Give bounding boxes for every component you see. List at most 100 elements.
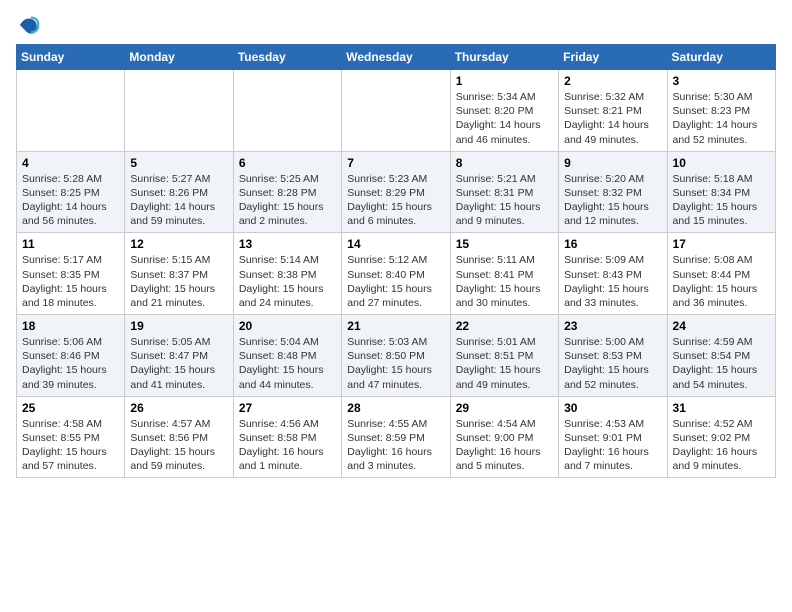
day-number: 16 bbox=[564, 237, 661, 251]
calendar-cell: 19 Sunrise: 5:05 AM Sunset: 8:47 PM Dayli… bbox=[125, 315, 233, 397]
calendar-week-row: 1Sunrise: 5:34 AM Sunset: 8:20 PM Daylig… bbox=[17, 70, 776, 152]
calendar-week-row: 11 Sunrise: 5:17 AM Sunset: 8:35 PM Dayli… bbox=[17, 233, 776, 315]
day-number: 6 bbox=[239, 156, 336, 170]
day-number: 22 bbox=[456, 319, 553, 333]
day-number: 11 bbox=[22, 237, 119, 251]
calendar-cell: 30 Sunrise: 4:53 AM Sunset: 9:01 PM Dayli… bbox=[559, 396, 667, 478]
calendar-cell: 25 Sunrise: 4:58 AM Sunset: 8:55 PM Dayli… bbox=[17, 396, 125, 478]
day-info: Sunrise: 5:18 AM Sunset: 8:34 PM Dayligh… bbox=[673, 172, 770, 229]
calendar-cell: 8Sunrise: 5:21 AM Sunset: 8:31 PM Daylig… bbox=[450, 151, 558, 233]
day-info: Sunrise: 5:12 AM Sunset: 8:40 PM Dayligh… bbox=[347, 253, 444, 310]
day-number: 14 bbox=[347, 237, 444, 251]
calendar-cell bbox=[233, 70, 341, 152]
day-info: Sunrise: 5:20 AM Sunset: 8:32 PM Dayligh… bbox=[564, 172, 661, 229]
day-info: Sunrise: 4:56 AM Sunset: 8:58 PM Dayligh… bbox=[239, 417, 336, 474]
calendar-cell: 26 Sunrise: 4:57 AM Sunset: 8:56 PM Dayli… bbox=[125, 396, 233, 478]
day-number: 4 bbox=[22, 156, 119, 170]
day-number: 26 bbox=[130, 401, 227, 415]
calendar-cell: 28 Sunrise: 4:55 AM Sunset: 8:59 PM Dayli… bbox=[342, 396, 450, 478]
calendar-cell: 10 Sunrise: 5:18 AM Sunset: 8:34 PM Dayli… bbox=[667, 151, 775, 233]
calendar-cell bbox=[17, 70, 125, 152]
calendar-cell: 15 Sunrise: 5:11 AM Sunset: 8:41 PM Dayli… bbox=[450, 233, 558, 315]
day-info: Sunrise: 5:28 AM Sunset: 8:25 PM Dayligh… bbox=[22, 172, 119, 229]
day-info: Sunrise: 5:17 AM Sunset: 8:35 PM Dayligh… bbox=[22, 253, 119, 310]
day-number: 21 bbox=[347, 319, 444, 333]
day-info: Sunrise: 5:04 AM Sunset: 8:48 PM Dayligh… bbox=[239, 335, 336, 392]
calendar-cell: 9Sunrise: 5:20 AM Sunset: 8:32 PM Daylig… bbox=[559, 151, 667, 233]
calendar-cell: 3 Sunrise: 5:30 AM Sunset: 8:23 PM Daylig… bbox=[667, 70, 775, 152]
day-info: Sunrise: 5:11 AM Sunset: 8:41 PM Dayligh… bbox=[456, 253, 553, 310]
calendar-cell: 16 Sunrise: 5:09 AM Sunset: 8:43 PM Dayli… bbox=[559, 233, 667, 315]
day-info: Sunrise: 5:08 AM Sunset: 8:44 PM Dayligh… bbox=[673, 253, 770, 310]
calendar-cell: 13 Sunrise: 5:14 AM Sunset: 8:38 PM Dayli… bbox=[233, 233, 341, 315]
day-info: Sunrise: 4:52 AM Sunset: 9:02 PM Dayligh… bbox=[673, 417, 770, 474]
day-info: Sunrise: 5:09 AM Sunset: 8:43 PM Dayligh… bbox=[564, 253, 661, 310]
day-number: 10 bbox=[673, 156, 770, 170]
calendar-cell: 31 Sunrise: 4:52 AM Sunset: 9:02 PM Dayli… bbox=[667, 396, 775, 478]
day-number: 12 bbox=[130, 237, 227, 251]
day-info: Sunrise: 4:58 AM Sunset: 8:55 PM Dayligh… bbox=[22, 417, 119, 474]
day-info: Sunrise: 5:03 AM Sunset: 8:50 PM Dayligh… bbox=[347, 335, 444, 392]
day-info: Sunrise: 5:14 AM Sunset: 8:38 PM Dayligh… bbox=[239, 253, 336, 310]
weekday-header: Sunday bbox=[17, 45, 125, 70]
day-number: 31 bbox=[673, 401, 770, 415]
day-info: Sunrise: 4:57 AM Sunset: 8:56 PM Dayligh… bbox=[130, 417, 227, 474]
day-number: 24 bbox=[673, 319, 770, 333]
day-info: Sunrise: 5:32 AM Sunset: 8:21 PM Dayligh… bbox=[564, 90, 661, 147]
day-info: Sunrise: 5:23 AM Sunset: 8:29 PM Dayligh… bbox=[347, 172, 444, 229]
weekday-header: Saturday bbox=[667, 45, 775, 70]
day-number: 3 bbox=[673, 74, 770, 88]
weekday-header: Thursday bbox=[450, 45, 558, 70]
page-header bbox=[16, 16, 776, 36]
day-number: 5 bbox=[130, 156, 227, 170]
day-number: 25 bbox=[22, 401, 119, 415]
calendar-cell bbox=[125, 70, 233, 152]
day-number: 13 bbox=[239, 237, 336, 251]
day-info: Sunrise: 5:21 AM Sunset: 8:31 PM Dayligh… bbox=[456, 172, 553, 229]
day-number: 18 bbox=[22, 319, 119, 333]
calendar-cell: 27 Sunrise: 4:56 AM Sunset: 8:58 PM Dayli… bbox=[233, 396, 341, 478]
calendar-cell: 23 Sunrise: 5:00 AM Sunset: 8:53 PM Dayli… bbox=[559, 315, 667, 397]
day-number: 15 bbox=[456, 237, 553, 251]
calendar-week-row: 25 Sunrise: 4:58 AM Sunset: 8:55 PM Dayli… bbox=[17, 396, 776, 478]
calendar-cell: 1Sunrise: 5:34 AM Sunset: 8:20 PM Daylig… bbox=[450, 70, 558, 152]
logo bbox=[16, 16, 40, 36]
day-number: 17 bbox=[673, 237, 770, 251]
day-number: 27 bbox=[239, 401, 336, 415]
calendar-cell: 20 Sunrise: 5:04 AM Sunset: 8:48 PM Dayli… bbox=[233, 315, 341, 397]
calendar-cell: 11 Sunrise: 5:17 AM Sunset: 8:35 PM Dayli… bbox=[17, 233, 125, 315]
day-info: Sunrise: 5:05 AM Sunset: 8:47 PM Dayligh… bbox=[130, 335, 227, 392]
weekday-header: Wednesday bbox=[342, 45, 450, 70]
day-info: Sunrise: 5:27 AM Sunset: 8:26 PM Dayligh… bbox=[130, 172, 227, 229]
day-info: Sunrise: 5:25 AM Sunset: 8:28 PM Dayligh… bbox=[239, 172, 336, 229]
calendar-cell: 22 Sunrise: 5:01 AM Sunset: 8:51 PM Dayli… bbox=[450, 315, 558, 397]
calendar-cell: 2 Sunrise: 5:32 AM Sunset: 8:21 PM Daylig… bbox=[559, 70, 667, 152]
calendar-cell: 17 Sunrise: 5:08 AM Sunset: 8:44 PM Dayli… bbox=[667, 233, 775, 315]
calendar-header-row: SundayMondayTuesdayWednesdayThursdayFrid… bbox=[17, 45, 776, 70]
calendar-cell: 29Sunrise: 4:54 AM Sunset: 9:00 PM Dayli… bbox=[450, 396, 558, 478]
calendar-cell: 5 Sunrise: 5:27 AM Sunset: 8:26 PM Daylig… bbox=[125, 151, 233, 233]
calendar-cell: 12Sunrise: 5:15 AM Sunset: 8:37 PM Dayli… bbox=[125, 233, 233, 315]
day-number: 28 bbox=[347, 401, 444, 415]
day-info: Sunrise: 4:53 AM Sunset: 9:01 PM Dayligh… bbox=[564, 417, 661, 474]
day-number: 30 bbox=[564, 401, 661, 415]
calendar-cell: 7 Sunrise: 5:23 AM Sunset: 8:29 PM Daylig… bbox=[342, 151, 450, 233]
day-number: 2 bbox=[564, 74, 661, 88]
calendar-cell: 18 Sunrise: 5:06 AM Sunset: 8:46 PM Dayli… bbox=[17, 315, 125, 397]
day-info: Sunrise: 5:06 AM Sunset: 8:46 PM Dayligh… bbox=[22, 335, 119, 392]
day-info: Sunrise: 4:55 AM Sunset: 8:59 PM Dayligh… bbox=[347, 417, 444, 474]
day-number: 23 bbox=[564, 319, 661, 333]
day-number: 29 bbox=[456, 401, 553, 415]
weekday-header: Monday bbox=[125, 45, 233, 70]
calendar-cell: 4 Sunrise: 5:28 AM Sunset: 8:25 PM Daylig… bbox=[17, 151, 125, 233]
logo-icon bbox=[18, 14, 40, 36]
day-number: 19 bbox=[130, 319, 227, 333]
day-info: Sunrise: 5:00 AM Sunset: 8:53 PM Dayligh… bbox=[564, 335, 661, 392]
calendar-cell bbox=[342, 70, 450, 152]
calendar-week-row: 18 Sunrise: 5:06 AM Sunset: 8:46 PM Dayli… bbox=[17, 315, 776, 397]
day-number: 20 bbox=[239, 319, 336, 333]
day-number: 7 bbox=[347, 156, 444, 170]
day-info: Sunrise: 5:30 AM Sunset: 8:23 PM Dayligh… bbox=[673, 90, 770, 147]
day-number: 1 bbox=[456, 74, 553, 88]
day-info: Sunrise: 5:01 AM Sunset: 8:51 PM Dayligh… bbox=[456, 335, 553, 392]
